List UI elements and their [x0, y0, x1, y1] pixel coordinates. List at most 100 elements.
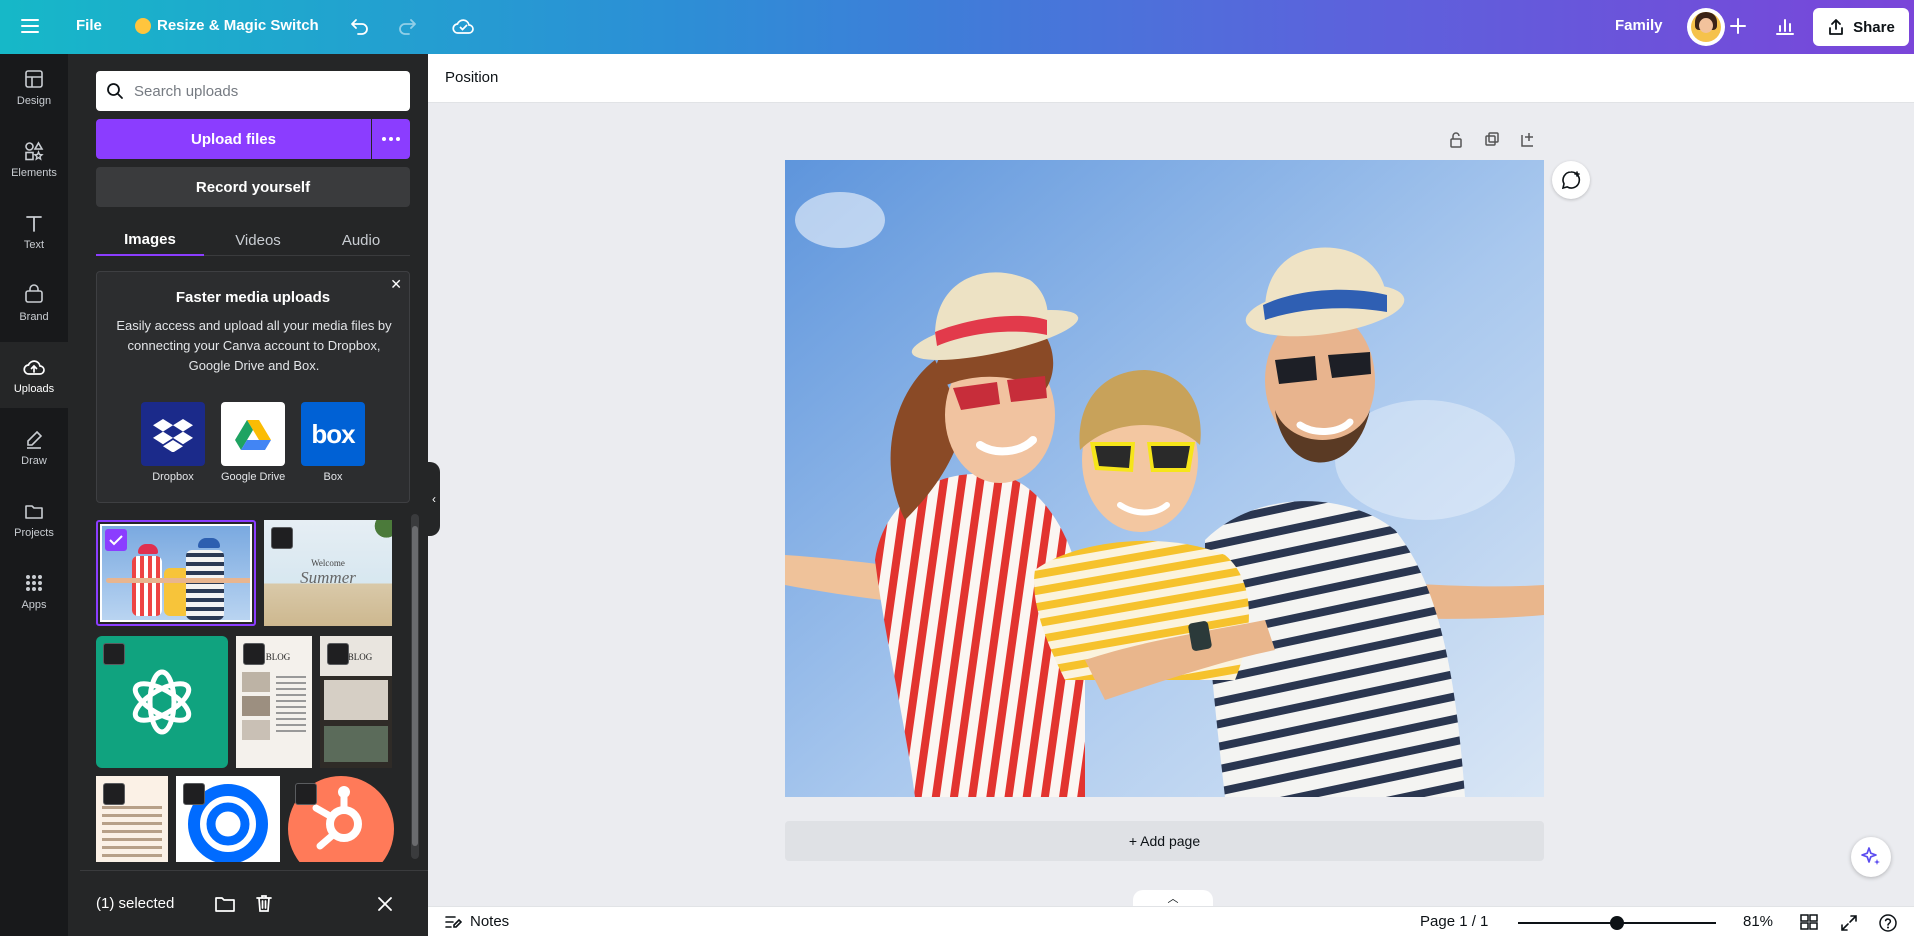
thumb-text-welcome: Welcome — [311, 558, 345, 568]
search-input[interactable] — [134, 82, 394, 100]
add-page-button[interactable]: + Add page — [785, 821, 1544, 861]
provider-label-google-drive: Google Drive — [221, 471, 286, 483]
cloud-saved-icon[interactable] — [451, 15, 475, 37]
box-icon: box — [301, 402, 365, 466]
sparkle-icon — [1861, 847, 1880, 865]
upload-thumb-dog-chart[interactable] — [96, 776, 168, 862]
checkbox[interactable] — [243, 643, 265, 665]
rail-item-uploads[interactable]: Uploads — [0, 342, 68, 408]
selection-bar: (1) selected — [80, 870, 428, 936]
position-button[interactable]: Position — [445, 69, 498, 86]
openai-logo-icon — [132, 669, 192, 735]
rail-label-brand: Brand — [19, 310, 49, 323]
rail-item-text[interactable]: Text — [0, 198, 68, 264]
zoom-slider-handle[interactable] — [1610, 916, 1624, 930]
resize-magic-switch-button[interactable]: Resize & Magic Switch — [135, 17, 319, 34]
close-selection-icon[interactable] — [376, 895, 394, 917]
promo-body: Easily access and upload all your media … — [116, 318, 392, 373]
dropbox-icon — [141, 402, 205, 466]
checkbox[interactable] — [183, 783, 205, 805]
checkbox[interactable] — [295, 783, 317, 805]
collapse-panel-button[interactable]: ‹ — [428, 462, 440, 536]
notes-icon — [445, 915, 462, 928]
file-menu[interactable]: File — [76, 17, 102, 34]
provider-google-drive[interactable]: Google Drive — [221, 402, 285, 483]
insights-icon[interactable] — [1774, 15, 1796, 37]
tab-audio[interactable]: Audio — [312, 224, 410, 256]
rail-item-design[interactable]: Design — [0, 54, 68, 120]
upload-more-button[interactable] — [372, 119, 410, 159]
checkbox[interactable] — [271, 527, 293, 549]
rail-item-elements[interactable]: Elements — [0, 126, 68, 192]
family-photo — [785, 160, 1544, 797]
rail-label-draw: Draw — [21, 454, 47, 467]
search-icon — [107, 83, 123, 99]
rail-item-projects[interactable]: Projects — [0, 486, 68, 552]
rail-item-draw[interactable]: Draw — [0, 414, 68, 480]
upload-thumb-family-photo[interactable] — [96, 520, 256, 626]
panel-scrollbar[interactable] — [411, 514, 419, 859]
menu-icon[interactable] — [20, 17, 40, 35]
upload-files-button[interactable]: Upload files — [96, 119, 371, 159]
elements-icon — [25, 140, 44, 161]
upload-thumb-openai-logo[interactable] — [96, 636, 228, 768]
avatar[interactable] — [1687, 8, 1725, 46]
notes-label: Notes — [470, 913, 510, 930]
share-button[interactable]: Share — [1813, 8, 1909, 46]
checkbox-checked[interactable] — [105, 529, 127, 551]
team-name[interactable]: Family — [1615, 17, 1663, 34]
scrollbar-thumb[interactable] — [412, 526, 418, 846]
context-toolbar: Position — [428, 54, 1914, 103]
rail-label-projects: Projects — [14, 526, 54, 539]
projects-icon — [25, 504, 43, 519]
avatar-image — [1691, 12, 1721, 42]
rail-item-brand[interactable]: Brand — [0, 270, 68, 336]
upload-thumb-blog-2[interactable]: E BLOG — [320, 636, 392, 768]
grid-view-icon[interactable] — [1800, 914, 1818, 934]
record-yourself-button[interactable]: Record yourself — [96, 167, 410, 207]
add-comment-button[interactable] — [1552, 161, 1590, 199]
selection-count: (1) selected — [96, 895, 175, 912]
left-rail: Design Elements Text Brand Uploads Draw … — [0, 54, 68, 936]
editor-footer: Notes Page 1 / 1 81% — [428, 906, 1914, 936]
page-indicator[interactable]: Page 1 / 1 — [1420, 913, 1488, 930]
trash-icon[interactable] — [254, 893, 274, 917]
fullscreen-icon[interactable] — [1840, 914, 1858, 936]
undo-icon[interactable] — [349, 15, 371, 37]
design-page[interactable] — [785, 160, 1544, 797]
notes-button[interactable]: Notes — [444, 913, 509, 930]
checkbox[interactable] — [327, 643, 349, 665]
tab-images[interactable]: Images — [96, 224, 204, 256]
upload-thumb-hubspot-logo[interactable] — [288, 776, 394, 862]
search-box[interactable] — [96, 71, 410, 111]
redo-icon[interactable] — [396, 15, 418, 37]
provider-box[interactable]: box Box — [301, 402, 365, 483]
check-icon — [109, 535, 123, 546]
uploads-grid: Welcome Summer E BLOG E BLOG — [96, 520, 402, 862]
duplicate-page-icon[interactable] — [1483, 131, 1501, 154]
upload-thumb-welcome-summer[interactable]: Welcome Summer — [264, 520, 392, 626]
rail-label-design: Design — [16, 94, 52, 107]
add-page-icon[interactable] — [1519, 131, 1537, 154]
upload-thumb-calendly-logo[interactable] — [176, 776, 280, 862]
checkbox[interactable] — [103, 783, 125, 805]
checkbox[interactable] — [103, 643, 125, 665]
magic-assistant-button[interactable] — [1851, 837, 1891, 877]
provider-label-dropbox: Dropbox — [152, 471, 194, 483]
help-icon[interactable] — [1878, 913, 1898, 936]
plus-icon[interactable] — [1728, 14, 1748, 38]
zoom-percentage[interactable]: 81% — [1743, 913, 1773, 930]
tab-videos[interactable]: Videos — [204, 224, 312, 256]
apps-icon — [26, 574, 42, 591]
page-tools — [1447, 131, 1537, 154]
google-drive-icon — [221, 402, 285, 466]
media-tabs: Images Videos Audio — [96, 224, 410, 256]
lock-icon[interactable] — [1447, 131, 1465, 154]
rail-label-apps: Apps — [21, 598, 47, 611]
upload-thumb-blog-1[interactable]: E BLOG — [236, 636, 312, 768]
provider-dropbox[interactable]: Dropbox — [141, 402, 205, 483]
provider-label-box: Box — [323, 471, 343, 483]
folder-icon[interactable] — [214, 894, 236, 918]
rail-item-apps[interactable]: Apps — [0, 558, 68, 624]
brand-icon — [25, 283, 43, 303]
